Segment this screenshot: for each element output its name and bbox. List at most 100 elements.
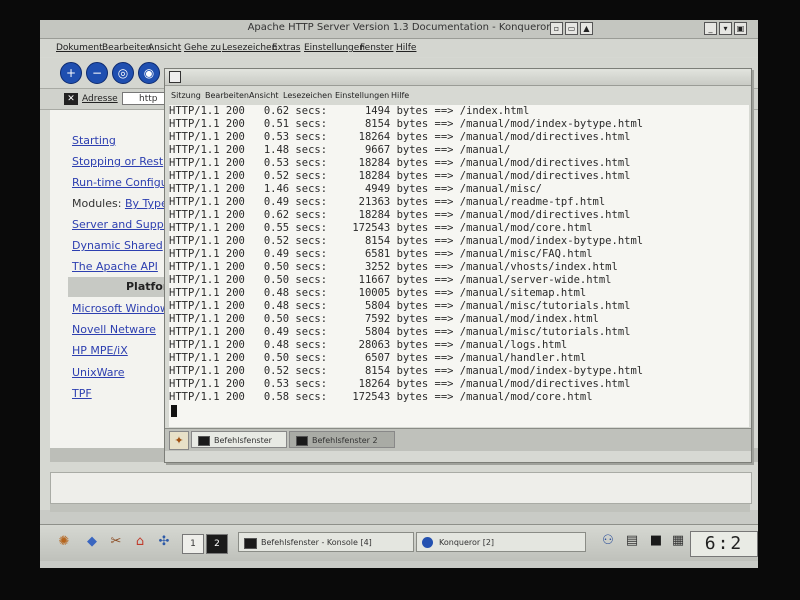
clock[interactable]: 6:2 — [690, 531, 758, 557]
clear-location-icon[interactable]: ✕ — [64, 93, 78, 105]
konqueror-titlebar[interactable]: Apache HTTP Server Version 1.3 Documenta… — [40, 20, 758, 39]
new-session-icon[interactable]: ✦ — [169, 431, 189, 450]
terminal-line: HTTP/1.1 200 0.55 secs: 172543 bytes ==>… — [169, 222, 593, 234]
klipper-icon[interactable]: ▤ — [624, 533, 640, 549]
konsole-menubar: Sitzung Bearbeiten Ansicht Lesezeichen E… — [165, 86, 751, 104]
menu-dokument[interactable]: Dokument — [56, 43, 103, 53]
pager-desktop-1[interactable]: 1 — [182, 534, 204, 554]
sticky-icon[interactable]: ▫ — [550, 22, 563, 35]
platform-heading: Platfor — [126, 280, 168, 293]
link-novell[interactable]: Novell Netware — [72, 323, 156, 336]
task-konsole[interactable]: Befehlsfenster - Konsole [4] — [238, 532, 414, 552]
menu-ansicht[interactable]: Ansicht — [249, 91, 279, 100]
terminal-icon — [198, 436, 210, 446]
link-unixware[interactable]: UnixWare — [72, 366, 125, 379]
minimize-icon[interactable]: _ — [704, 22, 717, 35]
konqueror-menubar: Dokument Bearbeiten Ansicht Gehe zu Lese… — [40, 39, 758, 57]
konsole-tabbar: ✦ Befehlsfenster Befehlsfenster 2 — [165, 428, 751, 451]
task-label: Befehlsfenster - Konsole [4] — [261, 538, 372, 547]
system-tray: ⚇ ▤ ■ ▦ 6:2 — [588, 529, 758, 557]
menu-lesezeichen[interactable]: Lesezeichen — [283, 91, 332, 100]
desktop-icon[interactable]: ◆ — [84, 534, 100, 550]
terminal-tray-icon[interactable]: ■ — [648, 533, 664, 549]
network-icon[interactable]: ⚇ — [600, 533, 616, 549]
link-hp[interactable]: HP MPE/iX — [72, 344, 128, 357]
close-icon[interactable]: ▣ — [734, 22, 747, 35]
terminal-line: HTTP/1.1 200 0.62 secs: 1494 bytes ==> /… — [169, 105, 530, 117]
zoom-icon[interactable]: ◎ — [112, 62, 134, 84]
terminal-line: HTTP/1.1 200 0.50 secs: 3252 bytes ==> /… — [169, 261, 618, 273]
menu-sitzung[interactable]: Sitzung — [171, 91, 201, 100]
menu-bearbeiten[interactable]: Bearbeiten — [102, 43, 151, 53]
tab-label: Befehlsfenster — [214, 436, 272, 445]
link-tpf[interactable]: TPF — [72, 387, 92, 400]
link-starting[interactable]: Starting — [72, 134, 116, 147]
link-dynamic[interactable]: Dynamic Shared — [72, 239, 163, 252]
tab-label: Befehlsfenster 2 — [312, 436, 378, 445]
terminal-line: HTTP/1.1 200 0.58 secs: 172543 bytes ==>… — [169, 391, 593, 403]
terminal-line: HTTP/1.1 200 0.50 secs: 6507 bytes ==> /… — [169, 352, 587, 364]
menu-einstellungen[interactable]: Einstellungen — [335, 91, 389, 100]
maximize-icon[interactable]: ▾ — [719, 22, 732, 35]
page-content: Starting Stopping or Rest Run-time Confi… — [50, 110, 168, 448]
pager-desktop-2[interactable]: 2 — [206, 534, 228, 554]
kde-menu-icon[interactable]: ✺ — [56, 534, 72, 550]
zoom-in-icon[interactable]: + — [60, 62, 82, 84]
zoom-out-icon[interactable]: − — [86, 62, 108, 84]
terminal-icon — [244, 538, 257, 549]
desktop: Apache HTTP Server Version 1.3 Documenta… — [40, 20, 758, 568]
link-modules-by-type[interactable]: By Type — [125, 197, 168, 210]
status-area — [50, 472, 752, 504]
menu-bearbeiten[interactable]: Bearbeiten — [205, 91, 249, 100]
home-icon[interactable]: ⌂ — [132, 534, 148, 550]
terminal-line: HTTP/1.1 200 0.52 secs: 8154 bytes ==> /… — [169, 365, 644, 377]
menu-gehe-zu[interactable]: Gehe zu — [184, 43, 221, 53]
tab-befehlsfenster[interactable]: Befehlsfenster — [191, 431, 287, 448]
terminal-output[interactable]: HTTP/1.1 200 0.62 secs: 1494 bytes ==> /… — [169, 105, 749, 427]
task-konqueror[interactable]: Konqueror [2] — [416, 532, 586, 552]
terminal-line: HTTP/1.1 200 1.46 secs: 4949 bytes ==> /… — [169, 183, 542, 195]
task-label: Konqueror [2] — [439, 538, 495, 547]
window-title: Apache HTTP Server Version 1.3 Documenta… — [247, 22, 551, 33]
terminal-line: HTTP/1.1 200 0.50 secs: 7592 bytes ==> /… — [169, 313, 599, 325]
menu-hilfe[interactable]: Hilfe — [396, 43, 416, 53]
terminal-line: HTTP/1.1 200 0.49 secs: 21363 bytes ==> … — [169, 196, 606, 208]
terminal-line: HTTP/1.1 200 0.48 secs: 5804 bytes ==> /… — [169, 300, 631, 312]
terminal-line: HTTP/1.1 200 0.52 secs: 8154 bytes ==> /… — [169, 235, 644, 247]
link-server[interactable]: Server and Suppo — [72, 218, 168, 231]
keyboard-icon[interactable]: ▦ — [670, 533, 686, 549]
titlebar-left-buttons: ▫ ▭ ▲ — [550, 22, 593, 35]
link-api[interactable]: The Apache API — [72, 260, 158, 273]
konsole-titlebar[interactable] — [165, 69, 751, 86]
menu-lesezeichen[interactable]: Lesezeichen — [222, 43, 277, 53]
zoom-fit-icon[interactable]: ◉ — [138, 62, 160, 84]
terminal-line: HTTP/1.1 200 0.53 secs: 18264 bytes ==> … — [169, 378, 631, 390]
menu-einstellungen[interactable]: Einstellungen — [304, 43, 365, 53]
terminal-line: HTTP/1.1 200 0.50 secs: 11667 bytes ==> … — [169, 274, 612, 286]
terminal-cursor — [171, 405, 177, 417]
terminal-line: HTTP/1.1 200 0.48 secs: 28063 bytes ==> … — [169, 339, 568, 351]
menu-fenster[interactable]: Fenster — [360, 43, 393, 53]
terminal-line: HTTP/1.1 200 0.51 secs: 8154 bytes ==> /… — [169, 118, 644, 130]
menu-hilfe[interactable]: Hilfe — [391, 91, 409, 100]
terminal-line: HTTP/1.1 200 1.48 secs: 9667 bytes ==> /… — [169, 144, 511, 156]
window-menu-icon[interactable] — [169, 71, 181, 83]
terminal-line: HTTP/1.1 200 0.49 secs: 6581 bytes ==> /… — [169, 248, 593, 260]
status-bar — [50, 504, 750, 512]
kde-panel: ✺ ◆ ✂ ⌂ ✣ 1 2 Befehlsfenster - Konsole [… — [40, 524, 758, 561]
tab-befehlsfenster-2[interactable]: Befehlsfenster 2 — [289, 431, 395, 448]
link-microsoft[interactable]: Microsoft Window — [72, 302, 168, 315]
menu-icon[interactable]: ▭ — [565, 22, 578, 35]
help-icon[interactable]: ▲ — [580, 22, 593, 35]
konsole-window: Sitzung Bearbeiten Ansicht Lesezeichen E… — [164, 68, 752, 463]
terminal-line: HTTP/1.1 200 0.49 secs: 5804 bytes ==> /… — [169, 326, 631, 338]
terminal-line: HTTP/1.1 200 0.62 secs: 18284 bytes ==> … — [169, 209, 631, 221]
konqueror-icon — [422, 537, 433, 548]
menu-ansicht[interactable]: Ansicht — [148, 43, 181, 53]
menu-extras[interactable]: Extras — [272, 43, 300, 53]
terminal-line: HTTP/1.1 200 0.48 secs: 10005 bytes ==> … — [169, 287, 587, 299]
browser-icon[interactable]: ✣ — [156, 534, 172, 550]
link-stopping[interactable]: Stopping or Rest — [72, 155, 163, 168]
link-runtime[interactable]: Run-time Configu — [72, 176, 168, 189]
tools-icon[interactable]: ✂ — [108, 534, 124, 550]
